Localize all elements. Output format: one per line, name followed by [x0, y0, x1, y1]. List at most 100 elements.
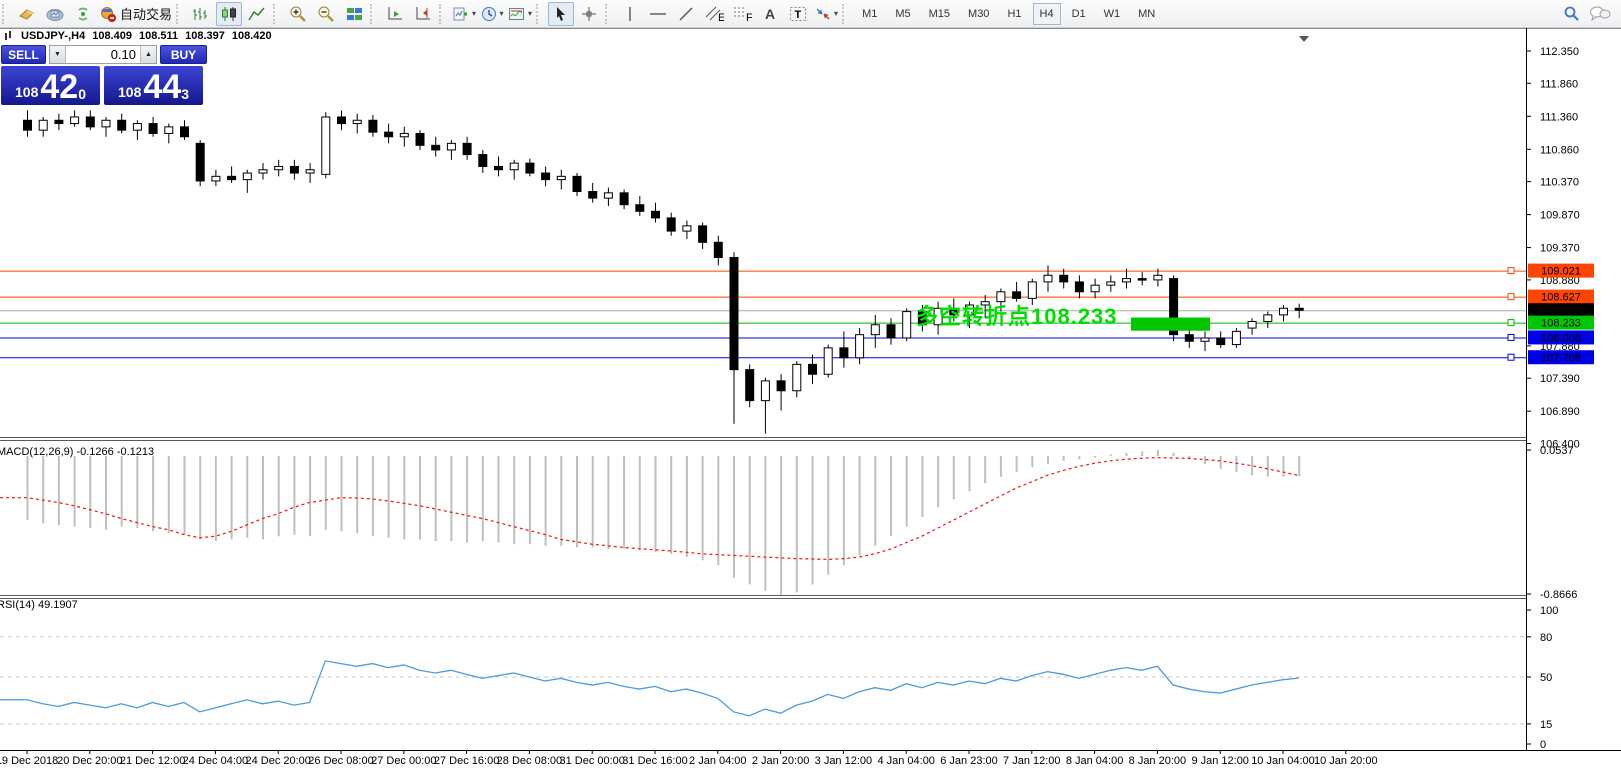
crosshair-icon[interactable]	[576, 2, 602, 26]
timeframe-m5[interactable]: M5	[888, 3, 917, 25]
trendline-icon[interactable]	[673, 2, 699, 26]
signals-icon[interactable]	[70, 2, 96, 26]
timeframe-w1[interactable]: W1	[1097, 3, 1128, 25]
tile-windows-icon[interactable]	[341, 2, 367, 26]
time-axis-label: 7 Jan 12:00	[1003, 755, 1061, 767]
price-level-lines	[0, 271, 1526, 358]
quote-close: 108.420	[232, 30, 272, 42]
label-tool-glyph: T	[795, 9, 802, 21]
templates-button[interactable]: ▾	[507, 2, 533, 26]
text-label-icon[interactable]: T	[785, 2, 811, 26]
volume-increase-button[interactable]: ▲	[140, 46, 156, 63]
time-axis-label: 19 Dec 2018	[0, 755, 58, 767]
chevron-down-icon: ▾	[472, 9, 476, 18]
toolbar-grip	[176, 4, 185, 24]
timeframe-m15[interactable]: M15	[922, 3, 957, 25]
price-tick-label: 109.370	[1540, 243, 1580, 255]
sell-price-handle: 108	[15, 82, 38, 102]
cursor-icon[interactable]	[548, 2, 574, 26]
chart-annotation-text[interactable]: 多空转折点108.233	[916, 299, 1118, 331]
rsi-axis-label: 100	[1540, 605, 1558, 617]
timeframe-mn[interactable]: MN	[1131, 3, 1162, 25]
sell-price-box[interactable]: 108 42 0	[1, 66, 100, 105]
buy-price-handle: 108	[118, 82, 141, 102]
chart-window-icon[interactable]	[42, 2, 68, 26]
time-axis-label: 4 Jan 04:00	[877, 755, 935, 767]
price-tick-label: 112.350	[1540, 46, 1579, 58]
time-axis-label: 9 Jan 12:00	[1191, 755, 1249, 767]
quote-low: 108.397	[185, 30, 225, 42]
vertical-line-icon[interactable]	[617, 2, 643, 26]
sell-button[interactable]: SELL	[1, 45, 46, 64]
buy-price-box[interactable]: 108 44 3	[104, 66, 203, 105]
line-handle[interactable]	[1508, 268, 1514, 274]
timeframe-d1[interactable]: D1	[1065, 3, 1093, 25]
bar-chart-icon[interactable]	[188, 2, 214, 26]
indicators-button[interactable]: ▾	[451, 2, 477, 26]
auto-trading-button[interactable]: 自动交易	[98, 2, 173, 26]
time-axis-label: 2 Jan 04:00	[689, 755, 747, 767]
time-axis-label: 31 Dec 16:00	[622, 755, 687, 767]
time-axis-label: 8 Jan 20:00	[1129, 755, 1187, 767]
time-axis-label: 20 Dec 20:00	[57, 755, 122, 767]
time-axis-label: 2 Jan 20:00	[752, 755, 810, 767]
time-axis-label: 10 Jan 20:00	[1314, 755, 1378, 767]
time-axis-label: 24 Dec 04:00	[183, 755, 248, 767]
price-tick-label: 111.860	[1540, 78, 1578, 90]
text-icon[interactable]: A	[757, 2, 783, 26]
volume-input[interactable]	[66, 46, 140, 63]
horizontal-line-icon[interactable]	[645, 2, 671, 26]
quote-open: 108.409	[92, 30, 132, 42]
line-chart-icon[interactable]	[244, 2, 270, 26]
time-axis-label: 28 Dec 08:00	[497, 755, 562, 767]
volume-decrease-button[interactable]: ▼	[50, 46, 66, 63]
rsi-axis-label: 80	[1540, 632, 1552, 644]
quote-high: 108.511	[139, 30, 178, 42]
rsi-axis-label: 15	[1540, 719, 1552, 731]
periods-button[interactable]: ▾	[479, 2, 505, 26]
price-tag-label: 109.021	[1541, 266, 1581, 278]
timeframe-h1[interactable]: H1	[1000, 3, 1028, 25]
channel-icon[interactable]: E	[701, 2, 727, 26]
arrows-icon[interactable]: ▾	[813, 2, 839, 26]
line-handle[interactable]	[1508, 294, 1514, 300]
zoom-in-icon[interactable]	[285, 2, 311, 26]
fibo-glyph: F	[746, 12, 752, 22]
buy-button[interactable]: BUY	[160, 45, 207, 64]
chart-shift-icon[interactable]	[410, 2, 436, 26]
time-axis-label: 24 Dec 20:00	[245, 755, 310, 767]
fibonacci-icon[interactable]: F	[729, 2, 755, 26]
chart-dropdown-arrow-icon[interactable]	[1299, 36, 1309, 42]
time-axis-label: 21 Dec 12:00	[120, 755, 185, 767]
timeframe-m1[interactable]: M1	[855, 3, 884, 25]
one-click-trading-panel: SELL ▼ ▲ BUY 108 42 0 108 44 3	[1, 45, 207, 105]
auto-scroll-icon[interactable]	[382, 2, 408, 26]
line-handle[interactable]	[1508, 354, 1514, 360]
new-order-icon[interactable]	[14, 2, 40, 26]
volume-stepper: ▼ ▲	[49, 45, 157, 64]
time-axis-label: 3 Jan 12:00	[815, 755, 873, 767]
price-chart-canvas[interactable]: 112.350111.860111.360110.860110.370109.8…	[0, 0, 1621, 771]
line-handle[interactable]	[1508, 334, 1514, 340]
toolbar: 自动交易 ▾ ▾ ▾	[0, 0, 1621, 28]
timeframe-m30[interactable]: M30	[961, 3, 996, 25]
search-icon[interactable]	[1559, 2, 1585, 26]
chevron-down-icon: ▾	[500, 9, 504, 18]
time-axis-label: 27 Dec 00:00	[371, 755, 436, 767]
sell-price-pip: 0	[78, 86, 86, 102]
buy-price-pip: 3	[181, 86, 189, 102]
macd-signal-line	[0, 458, 1299, 560]
line-handle[interactable]	[1508, 320, 1514, 326]
zoom-out-icon[interactable]	[313, 2, 339, 26]
highlight-box[interactable]	[1131, 318, 1210, 331]
price-tag-label: 108.233	[1541, 318, 1581, 330]
candlestick-chart-icon[interactable]	[216, 2, 242, 26]
timeframe-bar: M1M5M15M30H1H4D1W1MN	[853, 3, 1164, 25]
price-tick-label: 106.890	[1540, 406, 1580, 418]
toolbar-grip	[273, 4, 282, 24]
timeframe-h4[interactable]: H4	[1033, 3, 1061, 25]
chat-icon[interactable]	[1587, 2, 1613, 26]
price-tick-label: 110.860	[1540, 144, 1579, 156]
toolbar-grip	[536, 4, 545, 24]
chevron-down-icon: ▾	[834, 9, 838, 18]
